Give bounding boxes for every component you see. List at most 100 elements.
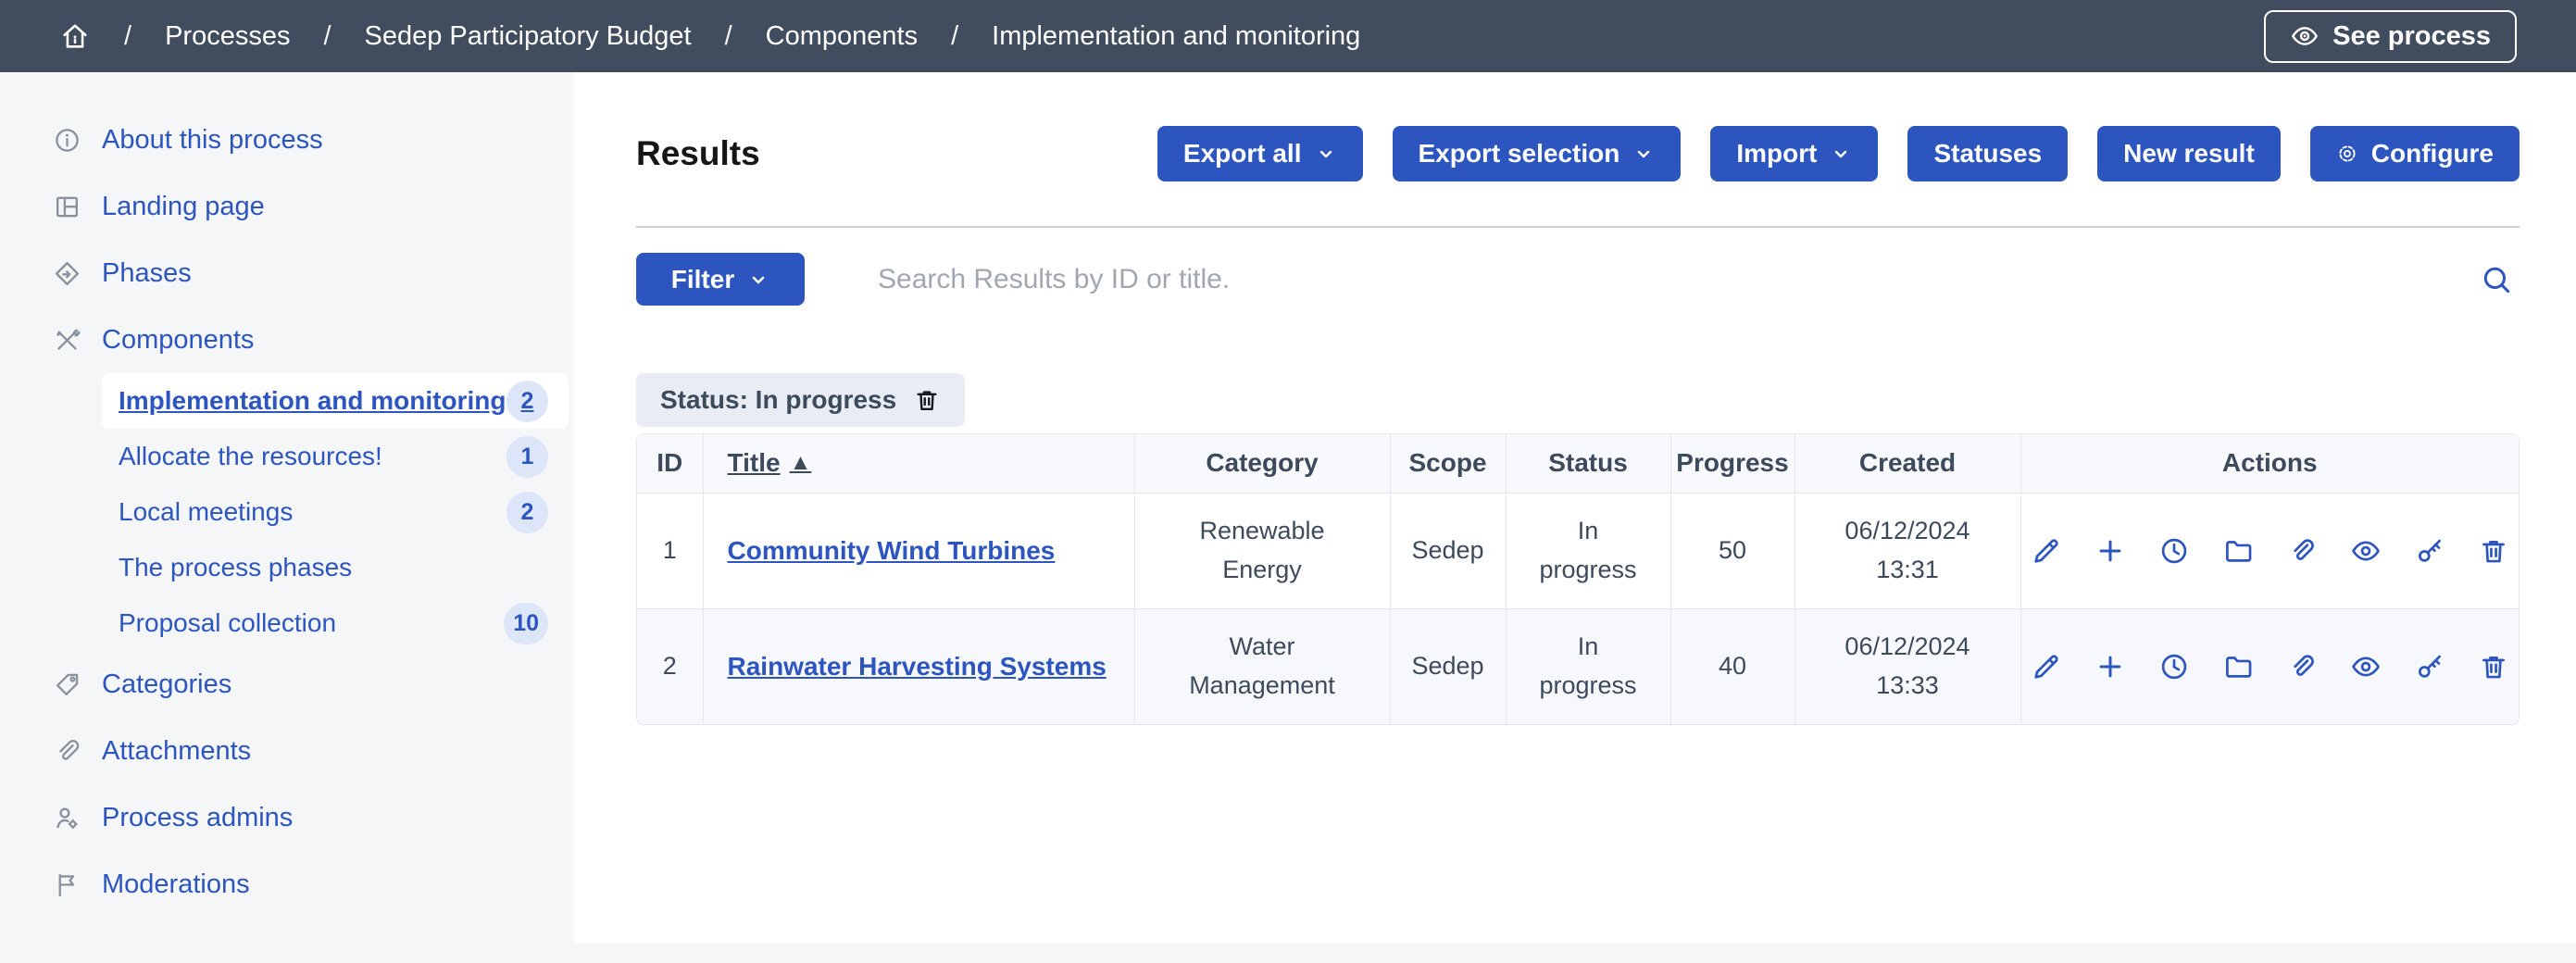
count-badge: 2 [506, 492, 548, 533]
sidebar-subitem-proposal-collection[interactable]: Proposal collection 10 [102, 595, 569, 651]
permissions-icon[interactable] [2414, 535, 2445, 567]
folder-icon[interactable] [2222, 651, 2254, 682]
delete-icon[interactable] [2478, 535, 2509, 567]
breadcrumb-processes[interactable]: Processes [165, 21, 290, 52]
search-input[interactable] [878, 264, 2479, 295]
cell-created: 06/12/2024 13:31 [1794, 493, 2020, 608]
breadcrumb-process-name[interactable]: Sedep Participatory Budget [365, 21, 692, 52]
edit-icon[interactable] [2031, 651, 2062, 682]
header-id: ID [637, 434, 703, 493]
count-badge: 10 [504, 603, 548, 644]
process-sidebar: About this process Landing page Phases [0, 72, 574, 944]
active-filter-chip: Status: In progress [636, 373, 965, 427]
tag-icon [53, 670, 81, 699]
edit-icon[interactable] [2031, 535, 2062, 567]
header-created: Created [1794, 434, 2020, 493]
history-icon[interactable] [2158, 535, 2190, 567]
user-gear-icon [53, 804, 81, 832]
header-actions: Actions [2020, 434, 2519, 493]
filter-button[interactable]: Filter [636, 253, 805, 306]
add-icon[interactable] [2095, 535, 2126, 567]
breadcrumb-separator: / [323, 21, 331, 52]
breadcrumb-separator: / [725, 21, 732, 52]
cell-status: In progress [1506, 608, 1670, 724]
statuses-button[interactable]: Statuses [1907, 126, 2068, 181]
sidebar-item-moderations[interactable]: Moderations [0, 851, 574, 918]
export-all-button[interactable]: Export all [1157, 126, 1363, 181]
breadcrumb-separator: / [124, 21, 131, 52]
folder-icon[interactable] [2222, 535, 2254, 567]
filter-bar: Filter [636, 253, 2520, 306]
gear-icon [2336, 143, 2358, 165]
results-table: ID Title ▲ Category Scope Status Progres… [636, 433, 2520, 725]
cell-progress: 40 [1670, 608, 1794, 724]
cell-id: 2 [637, 608, 703, 724]
cell-progress: 50 [1670, 493, 1794, 608]
header-category: Category [1134, 434, 1390, 493]
cell-category: Renewable Energy [1134, 493, 1390, 608]
eye-icon [2290, 21, 2320, 51]
add-icon[interactable] [2095, 651, 2126, 682]
chevron-down-icon [1315, 143, 1337, 165]
header-scope: Scope [1390, 434, 1506, 493]
history-icon[interactable] [2158, 651, 2190, 682]
table-row: 2 Rainwater Harvesting Systems Water Man… [637, 608, 2519, 724]
sidebar-subitem-local-meetings[interactable]: Local meetings 2 [102, 484, 569, 540]
page-title: Results [636, 134, 760, 173]
attachment-icon[interactable] [2286, 651, 2318, 682]
sidebar-item-attachments[interactable]: Attachments [0, 718, 574, 784]
see-process-button[interactable]: See process [2264, 10, 2517, 63]
sort-asc-icon: ▲ [790, 450, 812, 476]
count-badge: 1 [506, 436, 548, 478]
preview-icon[interactable] [2350, 651, 2382, 682]
breadcrumb-current-component[interactable]: Implementation and monitoring [992, 21, 1360, 52]
configure-button[interactable]: Configure [2310, 126, 2520, 181]
export-selection-button[interactable]: Export selection [1393, 126, 1682, 181]
permissions-icon[interactable] [2414, 651, 2445, 682]
sidebar-subitem-implementation-monitoring[interactable]: Implementation and monitoring 2 [102, 373, 569, 429]
home-icon[interactable] [59, 20, 91, 52]
search-icon[interactable] [2479, 262, 2514, 297]
cell-scope: Sedep [1390, 493, 1506, 608]
table-row: 1 Community Wind Turbines Renewable Ener… [637, 493, 2519, 608]
cell-scope: Sedep [1390, 608, 1506, 724]
sidebar-item-process-admins[interactable]: Process admins [0, 784, 574, 851]
new-result-button[interactable]: New result [2097, 126, 2281, 181]
sidebar-item-phases[interactable]: Phases [0, 240, 574, 306]
sidebar-subitem-allocate-resources[interactable]: Allocate the resources! 1 [102, 429, 569, 484]
preview-icon[interactable] [2350, 535, 2382, 567]
result-title-link[interactable]: Rainwater Harvesting Systems [728, 652, 1107, 681]
attachment-icon[interactable] [2286, 535, 2318, 567]
topbar: / Processes / Sedep Participatory Budget… [0, 0, 2576, 72]
sidebar-item-landing-page[interactable]: Landing page [0, 173, 574, 240]
chevron-down-icon [747, 269, 769, 291]
header-divider [636, 226, 2520, 228]
sidebar-item-about[interactable]: About this process [0, 106, 574, 173]
components-sub-list: Implementation and monitoring 2 Allocate… [102, 373, 569, 651]
result-title-link[interactable]: Community Wind Turbines [728, 536, 1056, 565]
info-icon [53, 126, 81, 155]
count-badge: 2 [506, 381, 548, 422]
header-status: Status [1506, 434, 1670, 493]
header-title-sort[interactable]: Title ▲ [703, 434, 1134, 493]
sidebar-item-categories[interactable]: Categories [0, 651, 574, 718]
paperclip-icon [53, 737, 81, 766]
cell-id: 1 [637, 493, 703, 608]
sidebar-subitem-process-phases[interactable]: The process phases [102, 540, 569, 595]
results-panel: Results Export all Export selection Impo… [574, 72, 2576, 944]
breadcrumb-separator: / [951, 21, 958, 52]
flag-icon [53, 870, 81, 899]
cell-created: 06/12/2024 13:33 [1794, 608, 2020, 724]
breadcrumb-components[interactable]: Components [766, 21, 918, 52]
cell-category: Water Management [1134, 608, 1390, 724]
remove-filter-trash-icon[interactable] [913, 386, 941, 414]
import-button[interactable]: Import [1710, 126, 1878, 181]
layout-icon [53, 193, 81, 221]
delete-icon[interactable] [2478, 651, 2509, 682]
cell-status: In progress [1506, 493, 1670, 608]
tools-icon [53, 326, 81, 355]
sidebar-item-components[interactable]: Components [0, 306, 574, 373]
phases-icon [53, 259, 81, 288]
toolbar: Export all Export selection Import [1157, 126, 2520, 181]
row-actions [2021, 651, 2520, 682]
